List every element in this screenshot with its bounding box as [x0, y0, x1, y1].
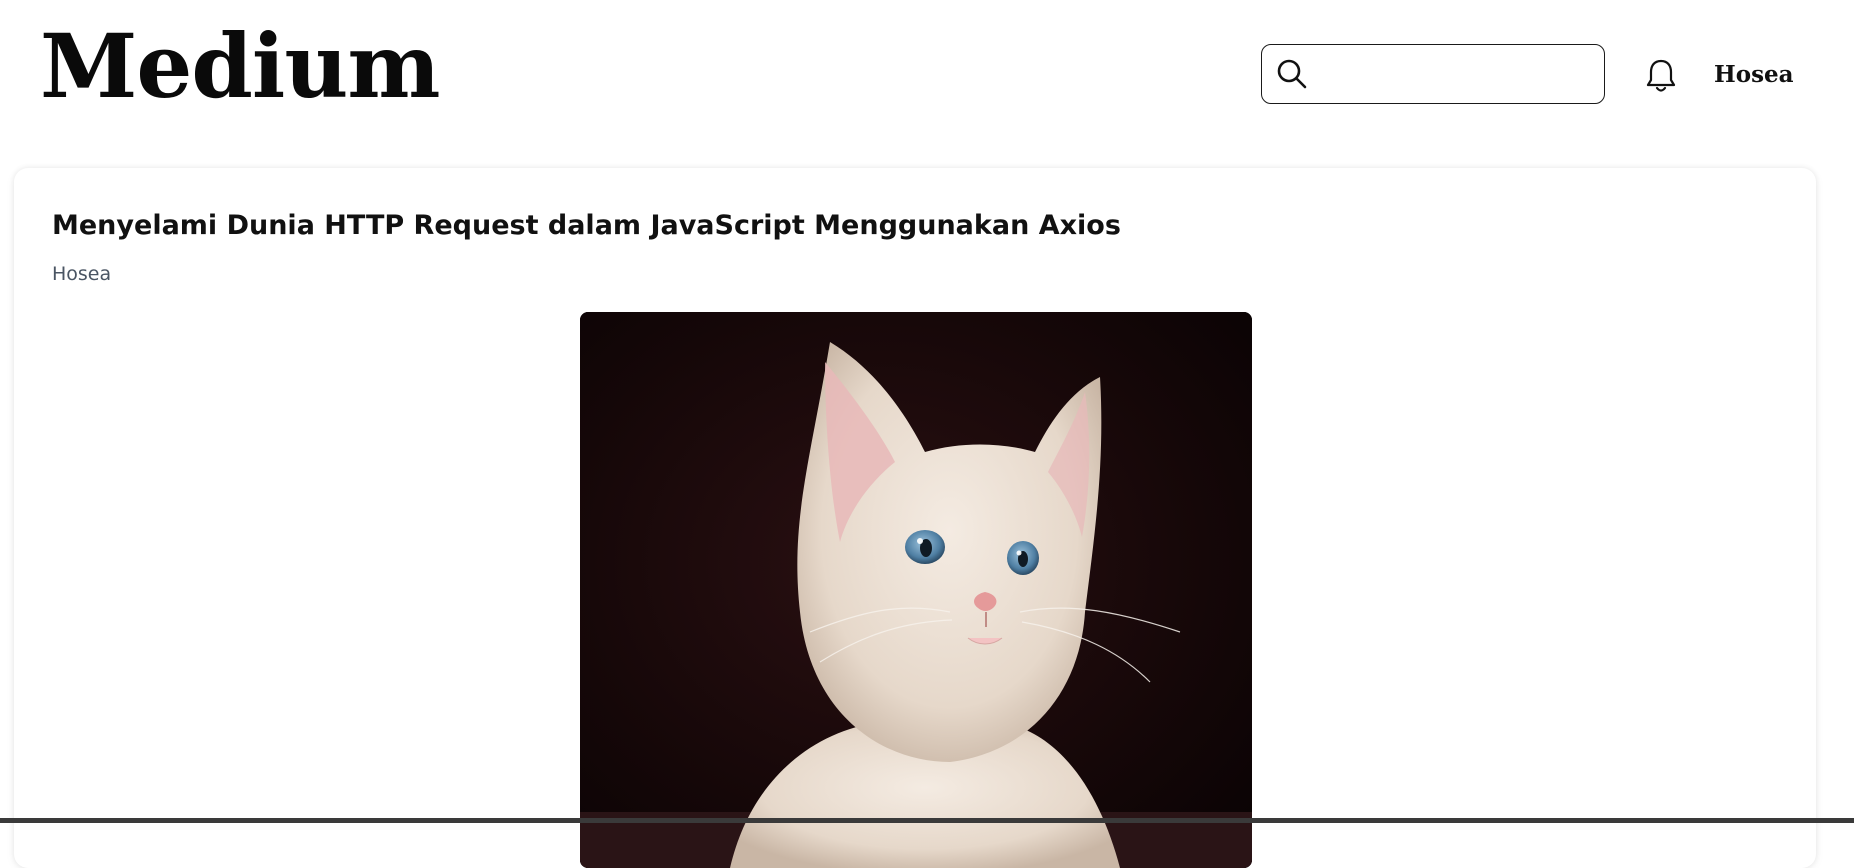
search-icon — [1272, 54, 1312, 94]
article-title[interactable]: Menyelami Dunia HTTP Request dalam JavaS… — [52, 208, 1121, 244]
search-box[interactable] — [1261, 44, 1605, 104]
logo[interactable]: Medium — [40, 22, 440, 110]
article-image — [580, 312, 1252, 868]
user-name[interactable]: Hosea — [1714, 60, 1794, 90]
bell-icon[interactable] — [1642, 56, 1680, 96]
article-author[interactable]: Hosea — [52, 262, 111, 286]
article-card[interactable]: Menyelami Dunia HTTP Request dalam JavaS… — [14, 168, 1816, 868]
bottom-edge — [0, 818, 1854, 823]
search-input[interactable] — [1312, 45, 1604, 103]
